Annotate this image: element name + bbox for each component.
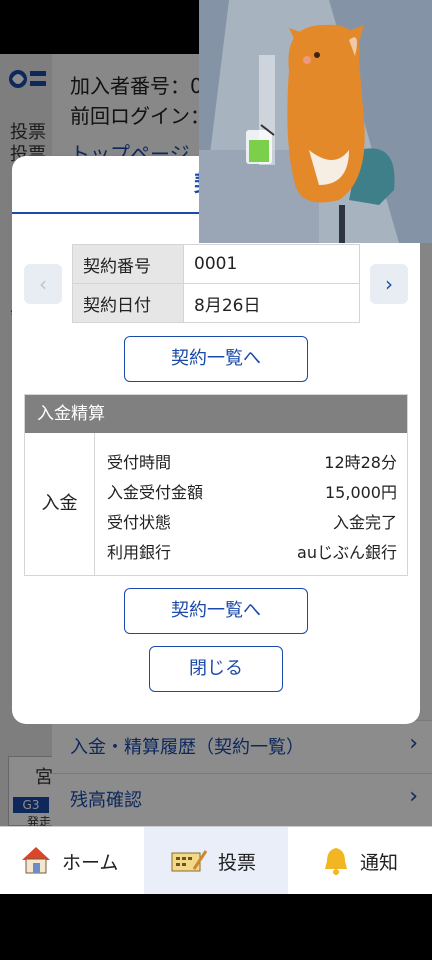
settlement-row: 受付状態 入金完了 [107, 505, 397, 535]
close-button[interactable]: 閉じる [149, 646, 283, 692]
tab-home[interactable]: ホーム [0, 827, 144, 895]
contract-date-label: 契約日付 [72, 283, 184, 323]
contract-date-value: 8月26日 [183, 283, 360, 323]
ticket-icon [170, 847, 208, 879]
system-navigation-bar [0, 894, 432, 960]
settlement-row-value: 15,000円 [325, 483, 397, 502]
settlement-row-value: 12時28分 [324, 453, 397, 472]
contract-number-label: 契約番号 [72, 244, 184, 284]
settlement-row: 受付時間 12時28分 [107, 445, 397, 475]
settlement-row: 入金受付金額 15,000円 [107, 475, 397, 505]
settlement-row-label: 入金受付金額 [107, 483, 204, 502]
table-row: 契約番号 0001 [72, 244, 360, 284]
contract-list-button[interactable]: 契約一覧へ [124, 336, 308, 382]
table-row: 契約日付 8月26日 [72, 283, 360, 323]
tab-home-label: ホーム [62, 852, 119, 874]
prev-contract-button[interactable]: ‹ [24, 264, 62, 304]
settlement-type-label: 入金 [25, 433, 95, 575]
contract-number-value: 0001 [183, 244, 360, 284]
settlement-row-value: auじぶん銀行 [297, 543, 397, 562]
chevron-right-icon: › [385, 272, 393, 296]
screen: 投票 投票 会 加入者番号：0 前回ログイン： トップページ 宮 G3 発走 入… [0, 0, 432, 960]
contract-list-button-bottom[interactable]: 契約一覧へ [124, 588, 308, 634]
tab-notifications[interactable]: 通知 [288, 827, 432, 895]
settlement-row-label: 利用銀行 [107, 543, 172, 562]
tab-vote[interactable]: 投票 [144, 827, 288, 895]
character-illustration [199, 0, 432, 243]
settlement-row-label: 受付状態 [107, 513, 172, 532]
bottom-tab-bar: ホーム 投票 通知 [0, 826, 432, 895]
settlement-header: 入金精算 [25, 395, 407, 433]
settlement-row-label: 受付時間 [107, 453, 172, 472]
settlement-section: 入金精算 入金 受付時間 12時28分 入金受付金額 15,000円 受付状態 … [24, 394, 408, 576]
house-icon [20, 845, 52, 879]
tab-notifications-label: 通知 [360, 852, 399, 874]
settlement-row-value: 入金完了 [332, 513, 397, 532]
chevron-left-icon: ‹ [39, 272, 47, 296]
settlement-row: 利用銀行 auじぶん銀行 [107, 535, 397, 565]
bell-icon [322, 845, 350, 881]
next-contract-button[interactable]: › [370, 264, 408, 304]
contract-info-table: 契約番号 0001 契約日付 8月26日 [72, 244, 360, 323]
tab-vote-label: 投票 [218, 852, 257, 874]
